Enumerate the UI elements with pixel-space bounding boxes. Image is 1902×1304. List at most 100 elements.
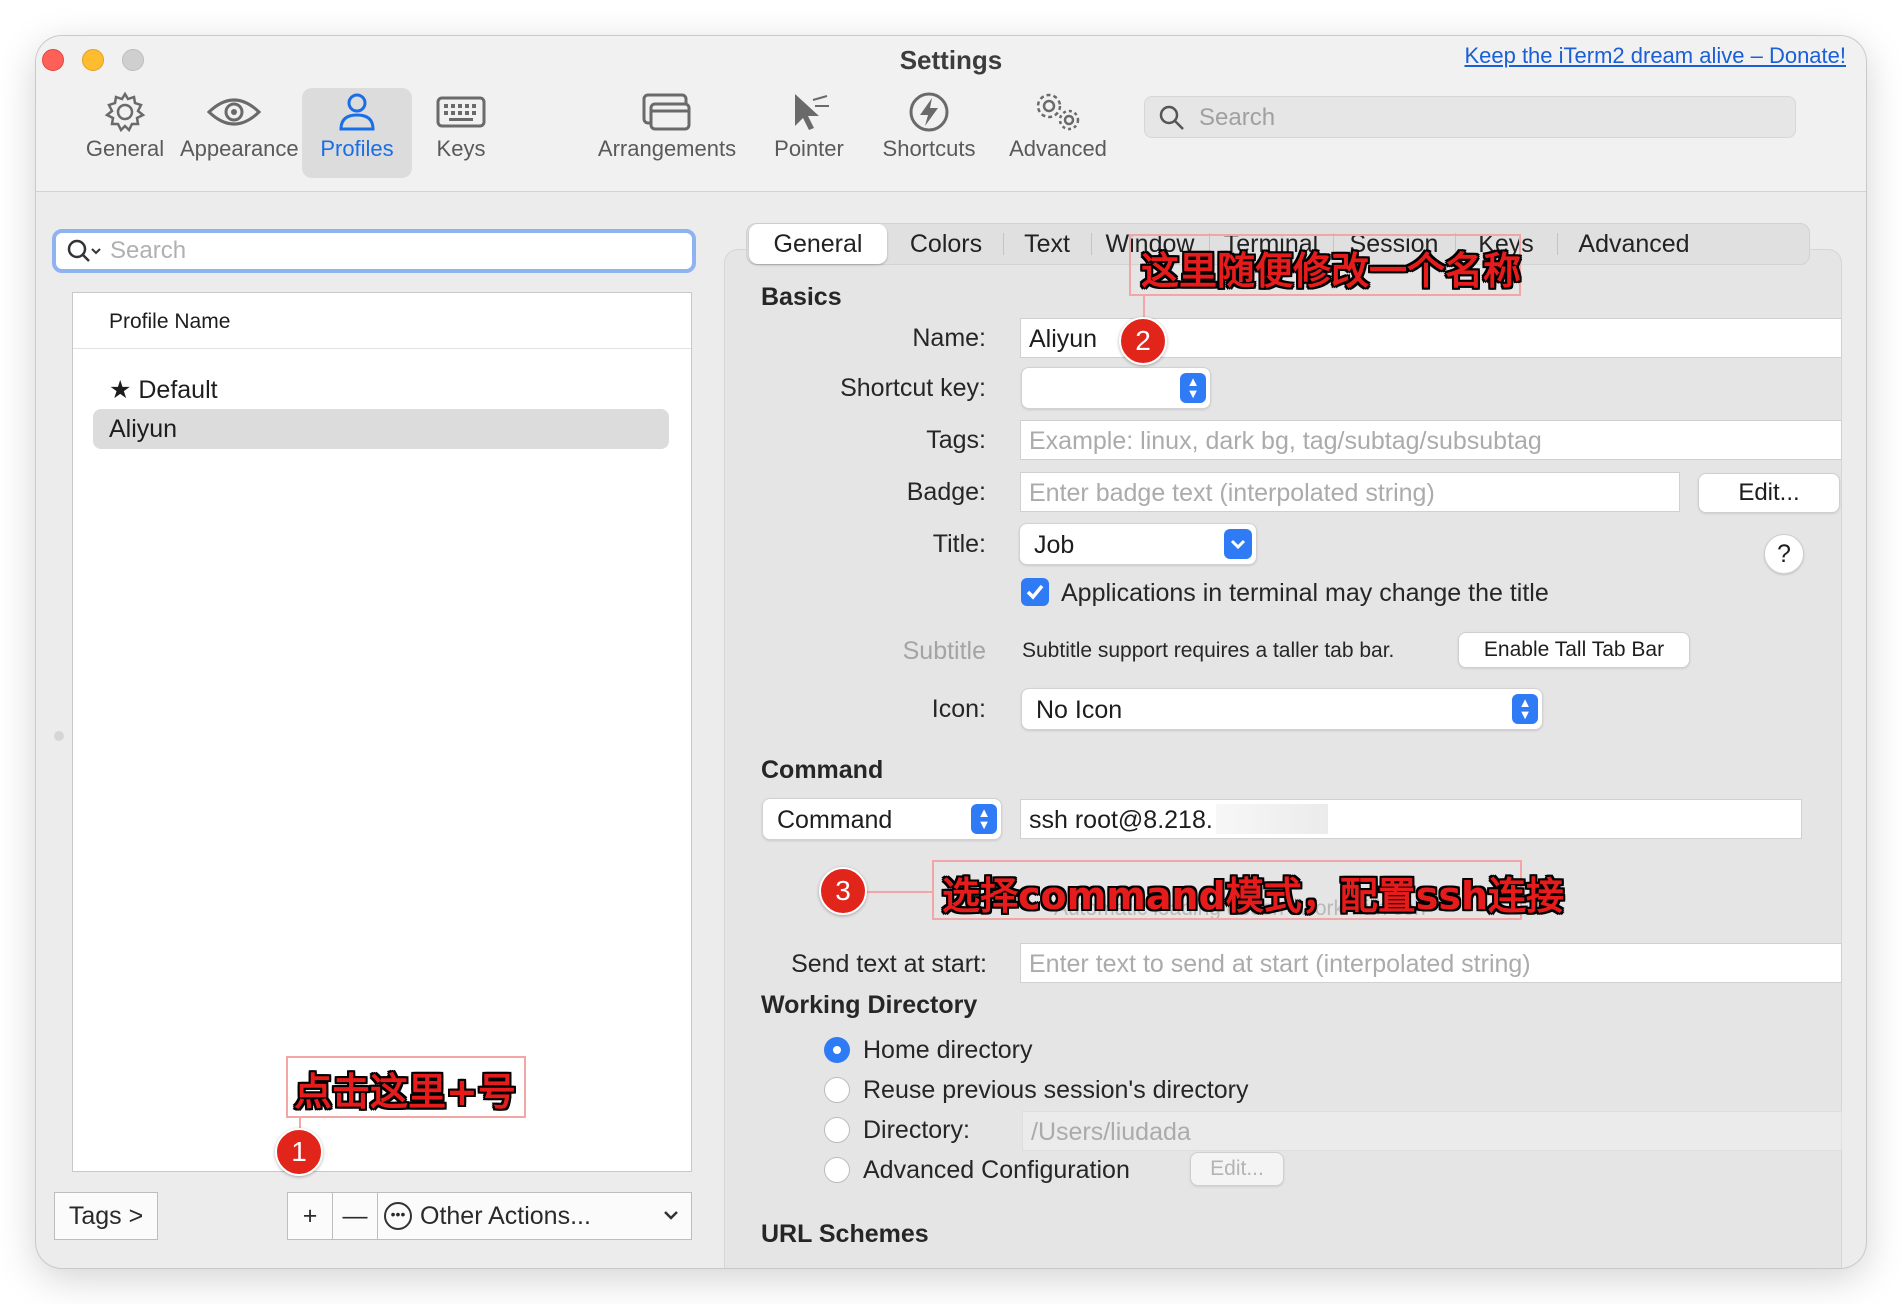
up-down-arrows-icon: ▲ ▼ xyxy=(1512,694,1538,724)
title-popup-value: Job xyxy=(1034,531,1075,559)
tab-text[interactable]: Text xyxy=(1005,224,1089,264)
command-mode-popup[interactable]: Command ▲ ▼ xyxy=(762,798,1002,840)
title-popup[interactable]: Job xyxy=(1019,523,1257,565)
basics-heading: Basics xyxy=(761,283,842,311)
toolbar-advanced[interactable]: Advanced xyxy=(1004,88,1112,178)
star-icon: ★ xyxy=(109,376,132,404)
annotation-2-badge: 2 xyxy=(1119,317,1167,365)
change-title-label: Applications in terminal may change the … xyxy=(1061,579,1549,607)
keyboard-icon xyxy=(426,88,496,136)
other-actions-label: Other Actions... xyxy=(420,1201,591,1230)
toolbar-general-label: General xyxy=(85,136,165,161)
directory-label: Directory: xyxy=(863,1116,970,1144)
icon-popup[interactable]: No Icon ▲ ▼ xyxy=(1021,688,1543,730)
shortcut-key-popup[interactable]: ▲ ▼ xyxy=(1021,367,1211,409)
shortcut-key-label: Shortcut key: xyxy=(840,374,986,402)
annotation-1-badge: 1 xyxy=(275,1128,323,1176)
tags-button[interactable]: Tags > xyxy=(54,1192,158,1240)
toolbar-general[interactable]: General xyxy=(84,88,166,178)
tab-advanced[interactable]: Advanced xyxy=(1559,224,1709,264)
split-handle[interactable] xyxy=(54,731,64,741)
bolt-icon xyxy=(876,88,982,136)
donate-link[interactable]: Keep the iTerm2 dream alive – Donate! xyxy=(1464,43,1846,69)
toolbar-arrangements[interactable]: Arrangements xyxy=(592,88,742,178)
profile-list: Profile Name ★ Default Aliyun xyxy=(72,292,692,1172)
tab-separator xyxy=(1003,233,1004,255)
toolbar-pointer-label: Pointer xyxy=(774,136,844,161)
command-field[interactable]: ssh root@8.218. xyxy=(1020,799,1802,839)
eye-icon xyxy=(180,88,288,136)
add-profile-button[interactable]: + xyxy=(287,1192,333,1240)
tab-separator xyxy=(1091,233,1092,255)
toolbar-profiles[interactable]: Profiles xyxy=(302,88,412,178)
enable-tall-tab-bar-button[interactable]: Enable Tall Tab Bar xyxy=(1458,632,1690,668)
tab-colors[interactable]: Colors xyxy=(891,224,1001,264)
advanced-configuration-label: Advanced Configuration xyxy=(863,1156,1130,1184)
windows-icon xyxy=(592,88,742,136)
profile-search-placeholder: Search xyxy=(110,237,187,264)
chevron-down-icon xyxy=(661,1203,681,1232)
checkmark-icon xyxy=(1026,584,1044,600)
toolbar-shortcuts-label: Shortcuts xyxy=(882,136,976,161)
up-down-arrows-icon: ▲ ▼ xyxy=(971,804,997,834)
toolbar-arrangements-label: Arrangements xyxy=(597,136,737,161)
ellipsis-circle-icon: ••• xyxy=(384,1202,412,1230)
annotation-2-connector xyxy=(1143,296,1145,318)
redacted-ip-block xyxy=(1216,804,1328,834)
advanced-configuration-edit-button[interactable]: Edit... xyxy=(1190,1152,1284,1186)
toolbar-pointer[interactable]: Pointer xyxy=(766,88,852,178)
profile-row-aliyun[interactable]: Aliyun xyxy=(93,409,669,449)
toolbar-keys[interactable]: Keys xyxy=(426,88,496,178)
help-button[interactable]: ? xyxy=(1764,534,1804,574)
profile-search-input[interactable]: Search xyxy=(52,229,696,273)
profile-row-default[interactable]: ★ Default xyxy=(93,369,669,409)
tab-general[interactable]: General xyxy=(749,224,887,264)
profile-row-label: Aliyun xyxy=(109,415,178,443)
toolbar-appearance[interactable]: Appearance xyxy=(180,88,299,178)
other-actions-menu[interactable]: ••• Other Actions... xyxy=(377,1192,692,1240)
subtitle-label: Subtitle xyxy=(902,637,986,665)
up-down-arrows-icon: ▲ ▼ xyxy=(1180,373,1206,403)
remove-profile-button[interactable]: — xyxy=(332,1192,378,1240)
search-icon xyxy=(1159,105,1185,136)
search-menu-icon xyxy=(66,238,102,271)
command-heading: Command xyxy=(761,756,884,784)
toolbar-appearance-label: Appearance xyxy=(180,136,299,161)
annotation-3-text: 选择command模式，配置ssh连接 xyxy=(942,874,1565,918)
badge-label: Badge: xyxy=(906,478,986,506)
icon-popup-value: No Icon xyxy=(1036,696,1123,724)
toolbar-profiles-label: Profiles xyxy=(320,136,394,161)
toolbar-shortcuts[interactable]: Shortcuts xyxy=(876,88,982,178)
toolbar-advanced-label: Advanced xyxy=(1009,136,1107,161)
command-mode-value: Command xyxy=(777,806,893,834)
reuse-directory-radio[interactable] xyxy=(824,1077,850,1103)
url-schemes-heading: URL Schemes xyxy=(761,1220,929,1248)
directory-path-field[interactable]: /Users/liudada xyxy=(1022,1111,1842,1151)
tab-separator xyxy=(1557,233,1558,255)
badge-edit-button[interactable]: Edit... xyxy=(1698,473,1840,513)
reuse-directory-label: Reuse previous session's directory xyxy=(863,1076,1249,1104)
pointer-icon xyxy=(766,88,852,136)
advanced-configuration-radio[interactable] xyxy=(824,1157,850,1183)
gear-icon xyxy=(84,88,166,136)
toolbar-search-field[interactable]: Search xyxy=(1144,96,1796,138)
badge-field[interactable]: Enter badge text (interpolated string) xyxy=(1020,472,1680,512)
send-text-field[interactable]: Enter text to send at start (interpolate… xyxy=(1020,943,1842,983)
home-directory-radio[interactable] xyxy=(824,1037,850,1063)
settings-window: Settings Keep the iTerm2 dream alive – D… xyxy=(36,36,1866,1268)
chevron-down-icon xyxy=(1224,529,1252,559)
name-label: Name: xyxy=(912,324,986,352)
directory-radio[interactable] xyxy=(824,1117,850,1143)
change-title-checkbox[interactable] xyxy=(1021,578,1049,606)
annotation-3-badge: 3 xyxy=(819,867,867,915)
send-text-label: Send text at start: xyxy=(791,950,987,978)
tags-label: Tags: xyxy=(926,426,986,454)
toolbar-keys-label: Keys xyxy=(436,136,486,161)
tags-field[interactable]: Example: linux, dark bg, tag/subtag/subs… xyxy=(1020,420,1842,460)
profile-row-label: Default xyxy=(138,376,218,404)
toolbar-search-placeholder: Search xyxy=(1199,104,1276,131)
profile-name-column-header[interactable]: Profile Name xyxy=(73,293,691,349)
annotation-1-text: 点击这里+号 xyxy=(294,1070,516,1114)
gears-icon xyxy=(1004,88,1112,136)
annotation-2-text: 这里随便修改一个名称 xyxy=(1141,249,1522,293)
